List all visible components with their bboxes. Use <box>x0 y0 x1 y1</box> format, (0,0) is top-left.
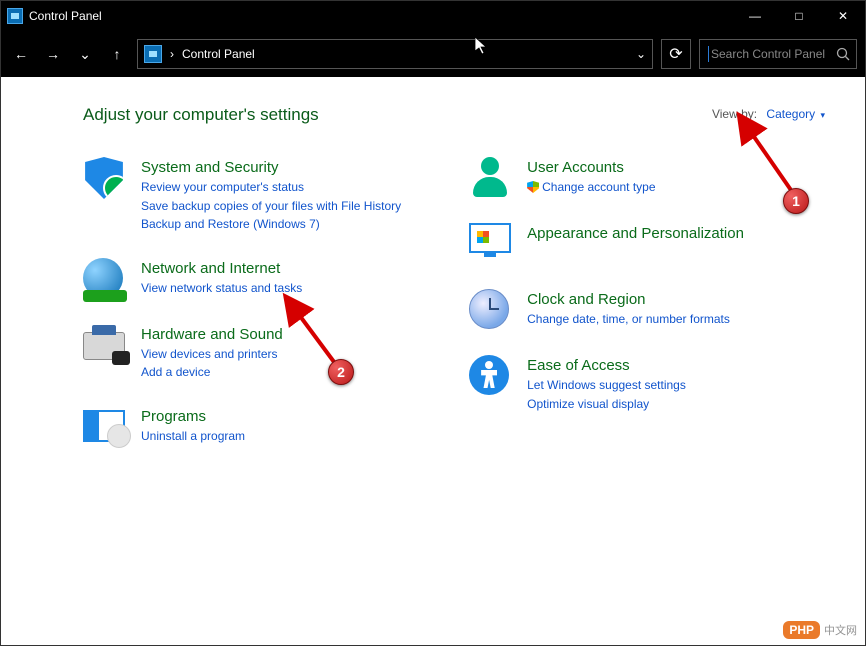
category-appearance: Appearance and Personalization <box>469 223 744 265</box>
breadcrumb-control-panel[interactable]: Control Panel <box>182 47 255 61</box>
globe-icon <box>83 258 125 300</box>
accessibility-icon <box>469 355 511 397</box>
shield-icon <box>83 157 125 199</box>
address-icon <box>144 45 162 63</box>
app-icon <box>7 8 23 24</box>
content-area: Adjust your computer's settings View by:… <box>1 77 865 645</box>
window-controls: — □ ✕ <box>733 1 865 31</box>
link-review-status[interactable]: Review your computer's status <box>141 178 401 197</box>
view-by-label: View by: <box>712 107 757 121</box>
uac-shield-icon <box>527 181 539 193</box>
link-suggest-settings[interactable]: Let Windows suggest settings <box>527 376 686 395</box>
annotation-badge-1: 1 <box>783 188 809 214</box>
category-programs: Programs Uninstall a program <box>83 406 401 448</box>
maximize-button[interactable]: □ <box>777 1 821 31</box>
watermark-text: 中文网 <box>824 622 857 638</box>
category-ease-of-access: Ease of Access Let Windows suggest setti… <box>469 355 744 413</box>
window-title: Control Panel <box>29 9 102 23</box>
category-system-security: System and Security Review your computer… <box>83 157 401 234</box>
link-programs[interactable]: Programs <box>141 406 245 427</box>
close-button[interactable]: ✕ <box>821 1 865 31</box>
watermark-logo: PHP <box>783 621 820 639</box>
recent-dropdown[interactable]: ⌄ <box>73 42 97 66</box>
up-button[interactable]: ↑ <box>105 42 129 66</box>
back-button[interactable]: ← <box>9 42 33 66</box>
link-network-status[interactable]: View network status and tasks <box>141 279 302 298</box>
link-file-history[interactable]: Save backup copies of your files with Fi… <box>141 197 401 216</box>
title-bar-left: Control Panel <box>1 8 102 24</box>
link-add-device[interactable]: Add a device <box>141 363 283 382</box>
link-backup-restore[interactable]: Backup and Restore (Windows 7) <box>141 215 401 234</box>
refresh-button[interactable]: ⟳ <box>661 39 691 69</box>
title-bar: Control Panel — □ ✕ <box>1 1 865 31</box>
breadcrumb-sep: › <box>170 47 174 61</box>
clock-icon <box>469 289 511 331</box>
search-caret <box>708 46 709 62</box>
nav-bar: ← → ⌄ ↑ › Control Panel ⌄ ⟳ Search Contr… <box>1 31 865 77</box>
chevron-down-icon: ▾ <box>820 110 825 120</box>
link-devices-printers[interactable]: View devices and printers <box>141 345 283 364</box>
search-box[interactable]: Search Control Panel <box>699 39 857 69</box>
user-icon <box>469 157 511 199</box>
category-column-right: User Accounts Change account type Appear… <box>469 157 744 472</box>
link-hardware-sound[interactable]: Hardware and Sound <box>141 324 283 345</box>
category-column-left: System and Security Review your computer… <box>83 157 401 472</box>
view-by: View by: Category ▾ <box>712 107 825 121</box>
category-clock-region: Clock and Region Change date, time, or n… <box>469 289 744 331</box>
view-by-dropdown[interactable]: Category ▾ <box>766 107 825 121</box>
link-ease-of-access[interactable]: Ease of Access <box>527 355 686 376</box>
link-system-security[interactable]: System and Security <box>141 157 401 178</box>
link-appearance-personalization[interactable]: Appearance and Personalization <box>527 223 744 244</box>
link-uninstall-program[interactable]: Uninstall a program <box>141 427 245 446</box>
link-network-internet[interactable]: Network and Internet <box>141 258 302 279</box>
programs-icon <box>83 406 125 448</box>
search-placeholder: Search Control Panel <box>711 47 825 61</box>
search-icon[interactable] <box>836 47 850 64</box>
link-clock-region[interactable]: Clock and Region <box>527 289 730 310</box>
watermark: PHP 中文网 <box>783 621 857 639</box>
link-date-time-formats[interactable]: Change date, time, or number formats <box>527 310 730 329</box>
screen-icon <box>469 223 511 265</box>
category-user-accounts: User Accounts Change account type <box>469 157 744 199</box>
annotation-badge-2: 2 <box>328 359 354 385</box>
address-expand[interactable]: ⌄ <box>636 47 646 61</box>
minimize-button[interactable]: — <box>733 1 777 31</box>
address-bar[interactable]: › Control Panel ⌄ <box>137 39 653 69</box>
forward-button[interactable]: → <box>41 42 65 66</box>
printer-icon <box>83 324 125 366</box>
link-user-accounts[interactable]: User Accounts <box>527 157 655 178</box>
link-change-account-type[interactable]: Change account type <box>527 180 655 194</box>
category-network-internet: Network and Internet View network status… <box>83 258 401 300</box>
link-optimize-visual[interactable]: Optimize visual display <box>527 395 686 414</box>
